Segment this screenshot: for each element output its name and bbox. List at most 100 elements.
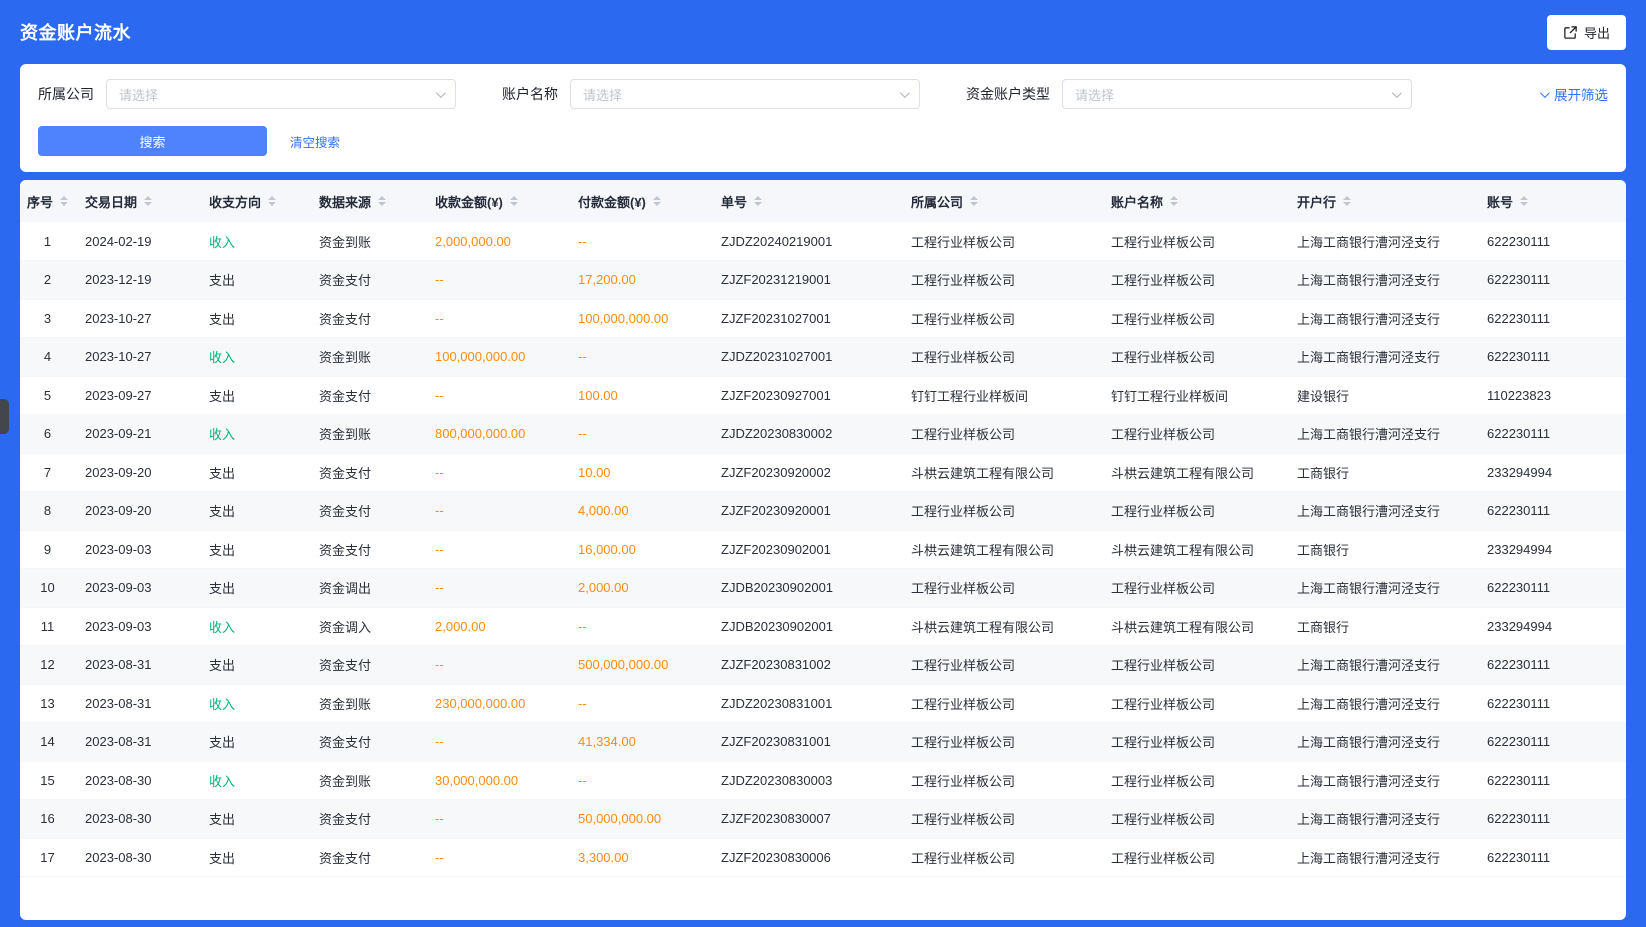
column-header-label: 数据来源 bbox=[319, 192, 371, 211]
export-label: 导出 bbox=[1584, 23, 1610, 42]
chevron-down-icon bbox=[1392, 88, 1402, 98]
column-header[interactable]: 交易日期 bbox=[75, 180, 199, 222]
cell-payment-amount: 17,200.00 bbox=[568, 261, 711, 300]
column-header[interactable]: 账户名称 bbox=[1101, 180, 1287, 222]
column-header[interactable]: 收支方向 bbox=[199, 180, 309, 222]
cell-order-no: ZJZF20230920001 bbox=[711, 492, 901, 531]
cell-account-no: 622230111 bbox=[1477, 646, 1626, 685]
cell-account-no: 233294994 bbox=[1477, 607, 1626, 646]
export-icon bbox=[1563, 25, 1578, 40]
cell-account-no: 622230111 bbox=[1477, 261, 1626, 300]
cell-account-name: 工程行业样板公司 bbox=[1101, 838, 1287, 877]
table-row[interactable]: 10 2023-09-03 支出 资金调出 -- 2,000.00 ZJDB20… bbox=[20, 569, 1626, 608]
chevron-down-icon bbox=[1540, 88, 1550, 98]
cell-direction: 支出 bbox=[199, 492, 309, 531]
table-row[interactable]: 2 2023-12-19 支出 资金支付 -- 17,200.00 ZJZF20… bbox=[20, 261, 1626, 300]
table-row[interactable]: 8 2023-09-20 支出 资金支付 -- 4,000.00 ZJZF202… bbox=[20, 492, 1626, 531]
cell-account-name: 工程行业样板公司 bbox=[1101, 415, 1287, 454]
cell-direction: 支出 bbox=[199, 261, 309, 300]
table-row[interactable]: 17 2023-08-30 支出 资金支付 -- 3,300.00 ZJZF20… bbox=[20, 838, 1626, 877]
cell-direction: 支出 bbox=[199, 723, 309, 762]
table-row[interactable]: 13 2023-08-31 收入 资金到账 230,000,000.00 -- … bbox=[20, 684, 1626, 723]
cell-account-no: 622230111 bbox=[1477, 492, 1626, 531]
sort-icon[interactable] bbox=[1343, 196, 1351, 206]
search-button[interactable]: 搜索 bbox=[38, 126, 267, 156]
cell-bank: 上海工商银行漕河泾支行 bbox=[1287, 338, 1477, 377]
cell-company: 工程行业样板公司 bbox=[901, 569, 1101, 608]
cell-bank: 工商银行 bbox=[1287, 607, 1477, 646]
filter-select[interactable]: 请选择 bbox=[106, 79, 456, 109]
table-row[interactable]: 15 2023-08-30 收入 资金到账 30,000,000.00 -- Z… bbox=[20, 761, 1626, 800]
sort-icon[interactable] bbox=[1520, 196, 1528, 206]
table-row[interactable]: 3 2023-10-27 支出 资金支付 -- 100,000,000.00 Z… bbox=[20, 299, 1626, 338]
column-header[interactable]: 付款金额(¥) bbox=[568, 180, 711, 222]
sort-icon[interactable] bbox=[754, 196, 762, 206]
sort-icon[interactable] bbox=[510, 196, 518, 206]
filter-select[interactable]: 请选择 bbox=[570, 79, 920, 109]
table-row[interactable]: 4 2023-10-27 收入 资金到账 100,000,000.00 -- Z… bbox=[20, 338, 1626, 377]
cell-company: 工程行业样板公司 bbox=[901, 415, 1101, 454]
cell-direction: 支出 bbox=[199, 838, 309, 877]
table-row[interactable]: 7 2023-09-20 支出 资金支付 -- 10.00 ZJZF202309… bbox=[20, 453, 1626, 492]
sort-icon[interactable] bbox=[144, 196, 152, 206]
cell-payment-amount: 41,334.00 bbox=[568, 723, 711, 762]
cell-order-no: ZJDZ20230830003 bbox=[711, 761, 901, 800]
expand-filters-link[interactable]: 展开筛选 bbox=[1540, 84, 1608, 104]
column-header-label: 交易日期 bbox=[85, 192, 137, 211]
column-header[interactable]: 收款金额(¥) bbox=[425, 180, 568, 222]
cell-date: 2023-09-20 bbox=[75, 492, 199, 531]
cell-order-no: ZJZF20230830006 bbox=[711, 838, 901, 877]
table-row[interactable]: 5 2023-09-27 支出 资金支付 -- 100.00 ZJZF20230… bbox=[20, 376, 1626, 415]
select-placeholder: 请选择 bbox=[119, 85, 158, 104]
column-header[interactable]: 单号 bbox=[711, 180, 901, 222]
cell-bank: 上海工商银行漕河泾支行 bbox=[1287, 723, 1477, 762]
cell-company: 工程行业样板公司 bbox=[901, 800, 1101, 839]
table-row[interactable]: 1 2024-02-19 收入 资金到账 2,000,000.00 -- ZJD… bbox=[20, 222, 1626, 261]
select-placeholder: 请选择 bbox=[583, 85, 622, 104]
column-header-label: 所属公司 bbox=[911, 192, 963, 211]
sort-icon[interactable] bbox=[1170, 196, 1178, 206]
table-row[interactable]: 12 2023-08-31 支出 资金支付 -- 500,000,000.00 … bbox=[20, 646, 1626, 685]
table-row[interactable]: 16 2023-08-30 支出 资金支付 -- 50,000,000.00 Z… bbox=[20, 800, 1626, 839]
cell-company: 工程行业样板公司 bbox=[901, 723, 1101, 762]
cell-bank: 上海工商银行漕河泾支行 bbox=[1287, 838, 1477, 877]
column-header[interactable]: 账号 bbox=[1477, 180, 1626, 222]
filter-select[interactable]: 请选择 bbox=[1062, 79, 1412, 109]
cell-receipt-amount: -- bbox=[425, 800, 568, 839]
cell-index: 7 bbox=[20, 453, 75, 492]
table-row[interactable]: 14 2023-08-31 支出 资金支付 -- 41,334.00 ZJZF2… bbox=[20, 723, 1626, 762]
clear-search-link[interactable]: 清空搜索 bbox=[290, 132, 340, 151]
filter-panel: 所属公司 请选择 账户名称 请选择 资金账户类型 请选择 展开筛选 搜索 清空搜… bbox=[20, 64, 1626, 172]
cell-direction: 支出 bbox=[199, 569, 309, 608]
cell-payment-amount: -- bbox=[568, 761, 711, 800]
column-header[interactable]: 数据来源 bbox=[309, 180, 425, 222]
cell-source: 资金支付 bbox=[309, 299, 425, 338]
cell-date: 2023-09-27 bbox=[75, 376, 199, 415]
sort-icon[interactable] bbox=[268, 196, 276, 206]
column-header[interactable]: 开户行 bbox=[1287, 180, 1477, 222]
cell-source: 资金支付 bbox=[309, 838, 425, 877]
column-header[interactable]: 所属公司 bbox=[901, 180, 1101, 222]
cell-source: 资金支付 bbox=[309, 646, 425, 685]
cell-source: 资金支付 bbox=[309, 800, 425, 839]
cell-account-no: 622230111 bbox=[1477, 761, 1626, 800]
sort-icon[interactable] bbox=[653, 196, 661, 206]
cell-receipt-amount: -- bbox=[425, 530, 568, 569]
export-button[interactable]: 导出 bbox=[1547, 15, 1626, 50]
cell-account-name: 工程行业样板公司 bbox=[1101, 492, 1287, 531]
cell-bank: 工商银行 bbox=[1287, 530, 1477, 569]
cell-account-no: 110223823 bbox=[1477, 376, 1626, 415]
table-row[interactable]: 11 2023-09-03 收入 资金调入 2,000.00 -- ZJDB20… bbox=[20, 607, 1626, 646]
cell-order-no: ZJZF20231027001 bbox=[711, 299, 901, 338]
sort-icon[interactable] bbox=[378, 196, 386, 206]
cell-source: 资金调入 bbox=[309, 607, 425, 646]
column-header[interactable]: 序号 bbox=[20, 180, 75, 222]
sidebar-collapse-handle[interactable] bbox=[0, 399, 9, 434]
expand-filters-label: 展开筛选 bbox=[1554, 84, 1608, 104]
sort-icon[interactable] bbox=[970, 196, 978, 206]
table-row[interactable]: 9 2023-09-03 支出 资金支付 -- 16,000.00 ZJZF20… bbox=[20, 530, 1626, 569]
cell-account-name: 工程行业样板公司 bbox=[1101, 761, 1287, 800]
table-row[interactable]: 6 2023-09-21 收入 资金到账 800,000,000.00 -- Z… bbox=[20, 415, 1626, 454]
cell-date: 2023-08-31 bbox=[75, 646, 199, 685]
sort-icon[interactable] bbox=[60, 196, 68, 206]
